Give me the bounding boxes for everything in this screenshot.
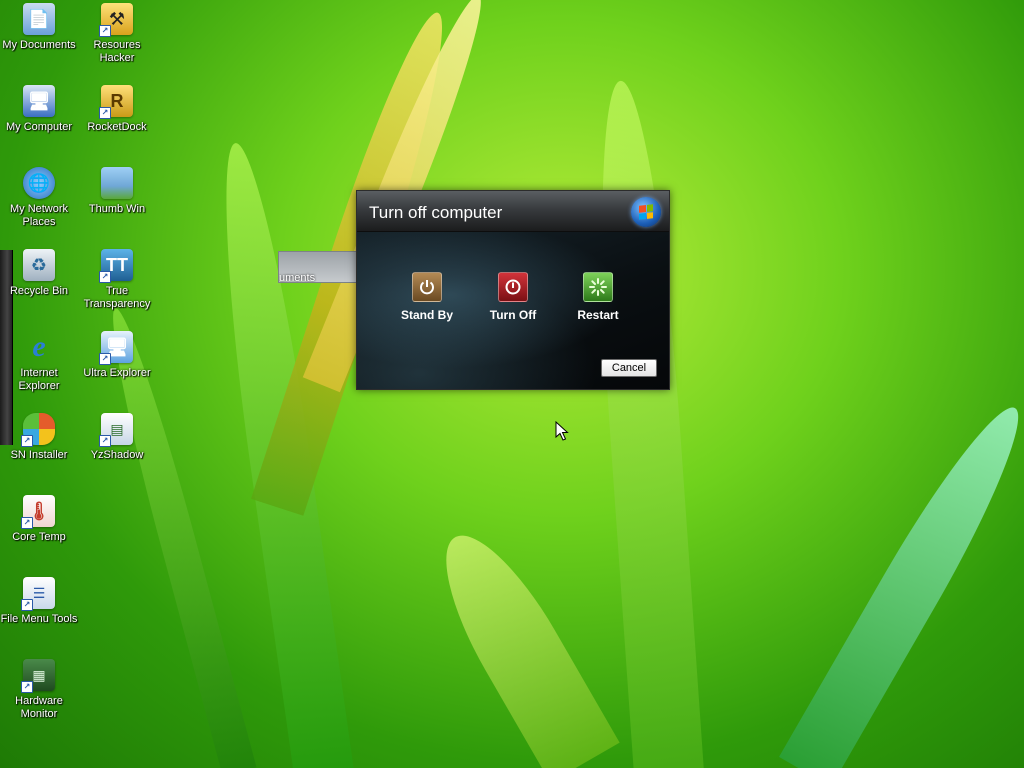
resource-hacker-icon: ⚒ ↗ bbox=[99, 3, 133, 37]
thermometer-icon: 🌡 ↗ bbox=[21, 495, 55, 529]
desktop-icon-my-documents[interactable]: 📄 My Documents bbox=[0, 3, 78, 52]
stand-by-label: Stand By bbox=[400, 308, 453, 322]
desktop-icon-label: My Network Places bbox=[9, 203, 69, 228]
desktop-icon-label: RocketDock bbox=[87, 121, 147, 133]
desktop-icon-label: YzShadow bbox=[90, 449, 144, 461]
desktop-icon-file-menu-tools[interactable]: ☰ ↗ File Menu Tools bbox=[0, 577, 78, 626]
background-window-title: uments bbox=[279, 272, 316, 283]
ultra-explorer-icon: 🖥 ↗ bbox=[99, 331, 133, 365]
msn-butterfly-icon: ↗ bbox=[21, 413, 55, 447]
desktop-icon-label: My Documents bbox=[2, 39, 76, 51]
desktop-icon-yzshadow[interactable]: ▤ ↗ YzShadow bbox=[78, 413, 156, 462]
desktop-icon-label: Hardware Monitor bbox=[15, 695, 63, 720]
stand-by-button[interactable]: Stand By bbox=[392, 272, 462, 322]
desktop-icon-ultra-explorer[interactable]: 🖥 ↗ Ultra Explorer bbox=[78, 331, 156, 380]
recycle-bin-icon: ♻ bbox=[23, 249, 55, 281]
yzshadow-icon: ▤ ↗ bbox=[99, 413, 133, 447]
desktop-icon-label: File Menu Tools bbox=[0, 613, 78, 625]
desktop-icon-label: Thumb Win bbox=[88, 203, 146, 215]
windows-logo-icon bbox=[631, 197, 661, 227]
file-menu-tools-icon: ☰ ↗ bbox=[21, 577, 55, 611]
desktop-icon-label: True Transparency bbox=[83, 285, 151, 310]
turn-off-label: Turn Off bbox=[489, 308, 537, 322]
thumb-win-icon bbox=[101, 167, 133, 199]
desktop-icon-label: SN Installer bbox=[10, 449, 68, 461]
desktop-icon-thumb-win[interactable]: Thumb Win bbox=[78, 167, 156, 216]
desktop-icon-hardware-monitor[interactable]: ▦ ↗ Hardware Monitor bbox=[0, 659, 78, 721]
desktop-icon-label: Resoures Hacker bbox=[93, 39, 141, 64]
dialog-title: Turn off computer bbox=[369, 203, 503, 222]
dialog-body: Stand By Turn Off Restart Cancel bbox=[357, 232, 669, 389]
restart-button[interactable]: Restart bbox=[563, 272, 633, 322]
restart-sunburst-icon bbox=[583, 272, 613, 302]
desktop-icon-core-temp[interactable]: 🌡 ↗ Core Temp bbox=[0, 495, 78, 544]
desktop-icon-resoures-hacker[interactable]: ⚒ ↗ Resoures Hacker bbox=[78, 3, 156, 65]
desktop-icon-label: My Computer bbox=[5, 121, 73, 133]
desktop-icon-label: Core Temp bbox=[12, 531, 66, 543]
desktop-icon-internet-explorer[interactable]: e Internet Explorer bbox=[0, 330, 78, 393]
cancel-button[interactable]: Cancel bbox=[601, 359, 657, 377]
desktop-icon-label: Internet Explorer bbox=[18, 367, 60, 392]
mouse-cursor-icon bbox=[555, 420, 569, 446]
desktop-icon-my-network-places[interactable]: 🌐 My Network Places bbox=[0, 167, 78, 229]
true-transparency-icon: TT ↗ bbox=[99, 249, 133, 283]
computer-icon: 🖥 bbox=[23, 85, 55, 117]
desktop-icon-msn-installer[interactable]: ↗ SN Installer bbox=[0, 413, 78, 462]
dialog-header[interactable]: Turn off computer bbox=[357, 191, 669, 232]
desktop-icon-label: Ultra Explorer bbox=[83, 367, 151, 379]
internet-explorer-icon: e bbox=[32, 330, 46, 363]
network-globe-icon: 🌐 bbox=[23, 167, 55, 199]
rocketdock-icon: R ↗ bbox=[99, 85, 133, 119]
desktop-icon-recycle-bin[interactable]: ♻ Recycle Bin bbox=[0, 249, 78, 298]
desktop-icon-rocketdock[interactable]: R ↗ RocketDock bbox=[78, 85, 156, 134]
desktop-icon-true-transparency[interactable]: TT ↗ True Transparency bbox=[78, 249, 156, 311]
turn-off-button[interactable]: Turn Off bbox=[478, 272, 548, 322]
desktop-icon-my-computer[interactable]: 🖥 My Computer bbox=[0, 85, 78, 134]
restart-label: Restart bbox=[577, 308, 619, 322]
turn-off-dialog: Turn off computer Stand By Turn Off Rest… bbox=[356, 190, 670, 390]
hardware-monitor-icon: ▦ ↗ bbox=[21, 659, 55, 693]
turn-off-power-icon bbox=[498, 272, 528, 302]
desktop-icon-label: Recycle Bin bbox=[9, 285, 69, 297]
folder-documents-icon: 📄 bbox=[23, 3, 55, 35]
standby-power-icon bbox=[412, 272, 442, 302]
